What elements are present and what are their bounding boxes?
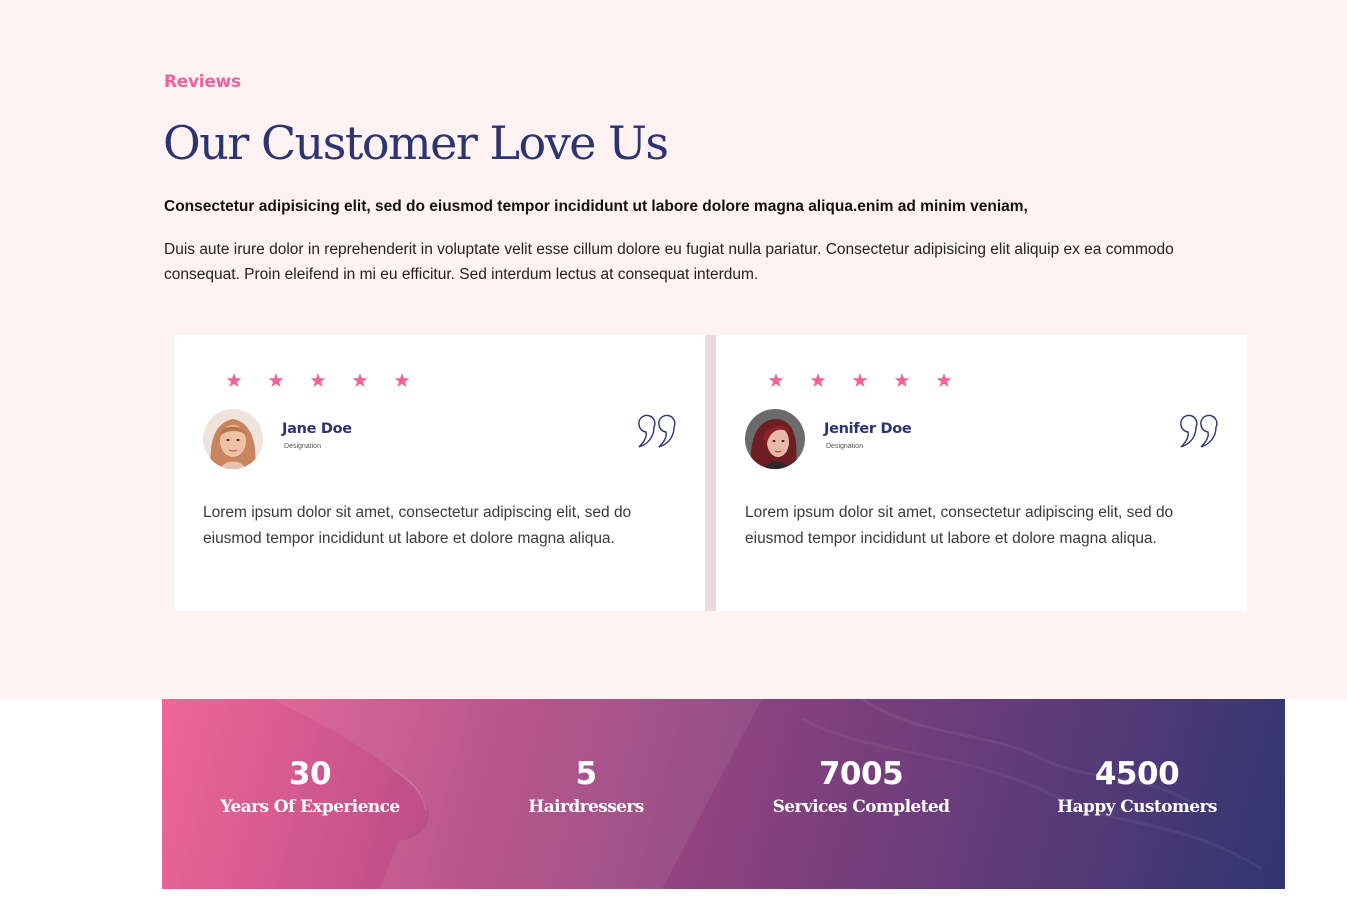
section-eyebrow: Reviews [164, 72, 241, 92]
star-rating [764, 368, 956, 392]
stat-value: 30 [288, 756, 332, 792]
section-lead: Consectetur adipisicing elit, sed do eiu… [164, 198, 1028, 215]
star-icon [268, 373, 284, 387]
stat-value: 5 [575, 756, 597, 792]
star-icon [768, 373, 784, 387]
stat-item: 4500 Happy Customers [999, 753, 1275, 819]
stat-value: 7005 [818, 756, 904, 792]
avatar [203, 409, 263, 469]
star-icon [894, 373, 910, 387]
avatar [745, 409, 805, 469]
star-icon [352, 373, 368, 387]
stat-label: Years Of Experience [220, 797, 400, 817]
stat-label: Hairdressers [528, 797, 644, 817]
author-name: Jane Doe [282, 421, 352, 437]
testimonial-carousel: Jane Doe Designation Lorem ipsum dolor s… [174, 335, 1247, 611]
star-icon [394, 373, 410, 387]
author-designation: Designation [826, 443, 863, 450]
star-icon [936, 373, 952, 387]
stat-item: 30 Years Of Experience [172, 753, 448, 819]
testimonial-text: Lorem ipsum dolor sit amet, consectetur … [745, 504, 1174, 547]
stat-value: 4500 [1094, 756, 1180, 792]
stat-label: Happy Customers [1057, 797, 1217, 817]
quote-icon [638, 414, 676, 448]
star-icon [852, 373, 868, 387]
testimonial-text: Lorem ipsum dolor sit amet, consectetur … [203, 504, 632, 547]
author-designation: Designation [284, 443, 321, 450]
quote-icon [1180, 414, 1218, 448]
stat-label: Services Completed [772, 797, 950, 817]
star-icon [810, 373, 826, 387]
stat-item: 5 Hairdressers [448, 753, 724, 819]
testimonial-card: Jane Doe Designation Lorem ipsum dolor s… [174, 335, 705, 611]
star-icon [226, 373, 242, 387]
section-title: Our Customer Love Us [163, 116, 669, 170]
section-body: Duis aute irure dolor in reprehenderit i… [164, 241, 1174, 283]
reviews-section: Reviews Our Customer Love Us Consectetur… [0, 0, 1347, 699]
stats-band: 30 Years Of Experience 5 Hairdressers 70… [162, 699, 1285, 889]
author-name: Jenifer Doe [824, 421, 912, 437]
testimonial-card: Jenifer Doe Designation Lorem ipsum dolo… [716, 335, 1247, 611]
stat-item: 7005 Services Completed [723, 753, 999, 819]
star-icon [310, 373, 326, 387]
star-rating [222, 368, 414, 392]
